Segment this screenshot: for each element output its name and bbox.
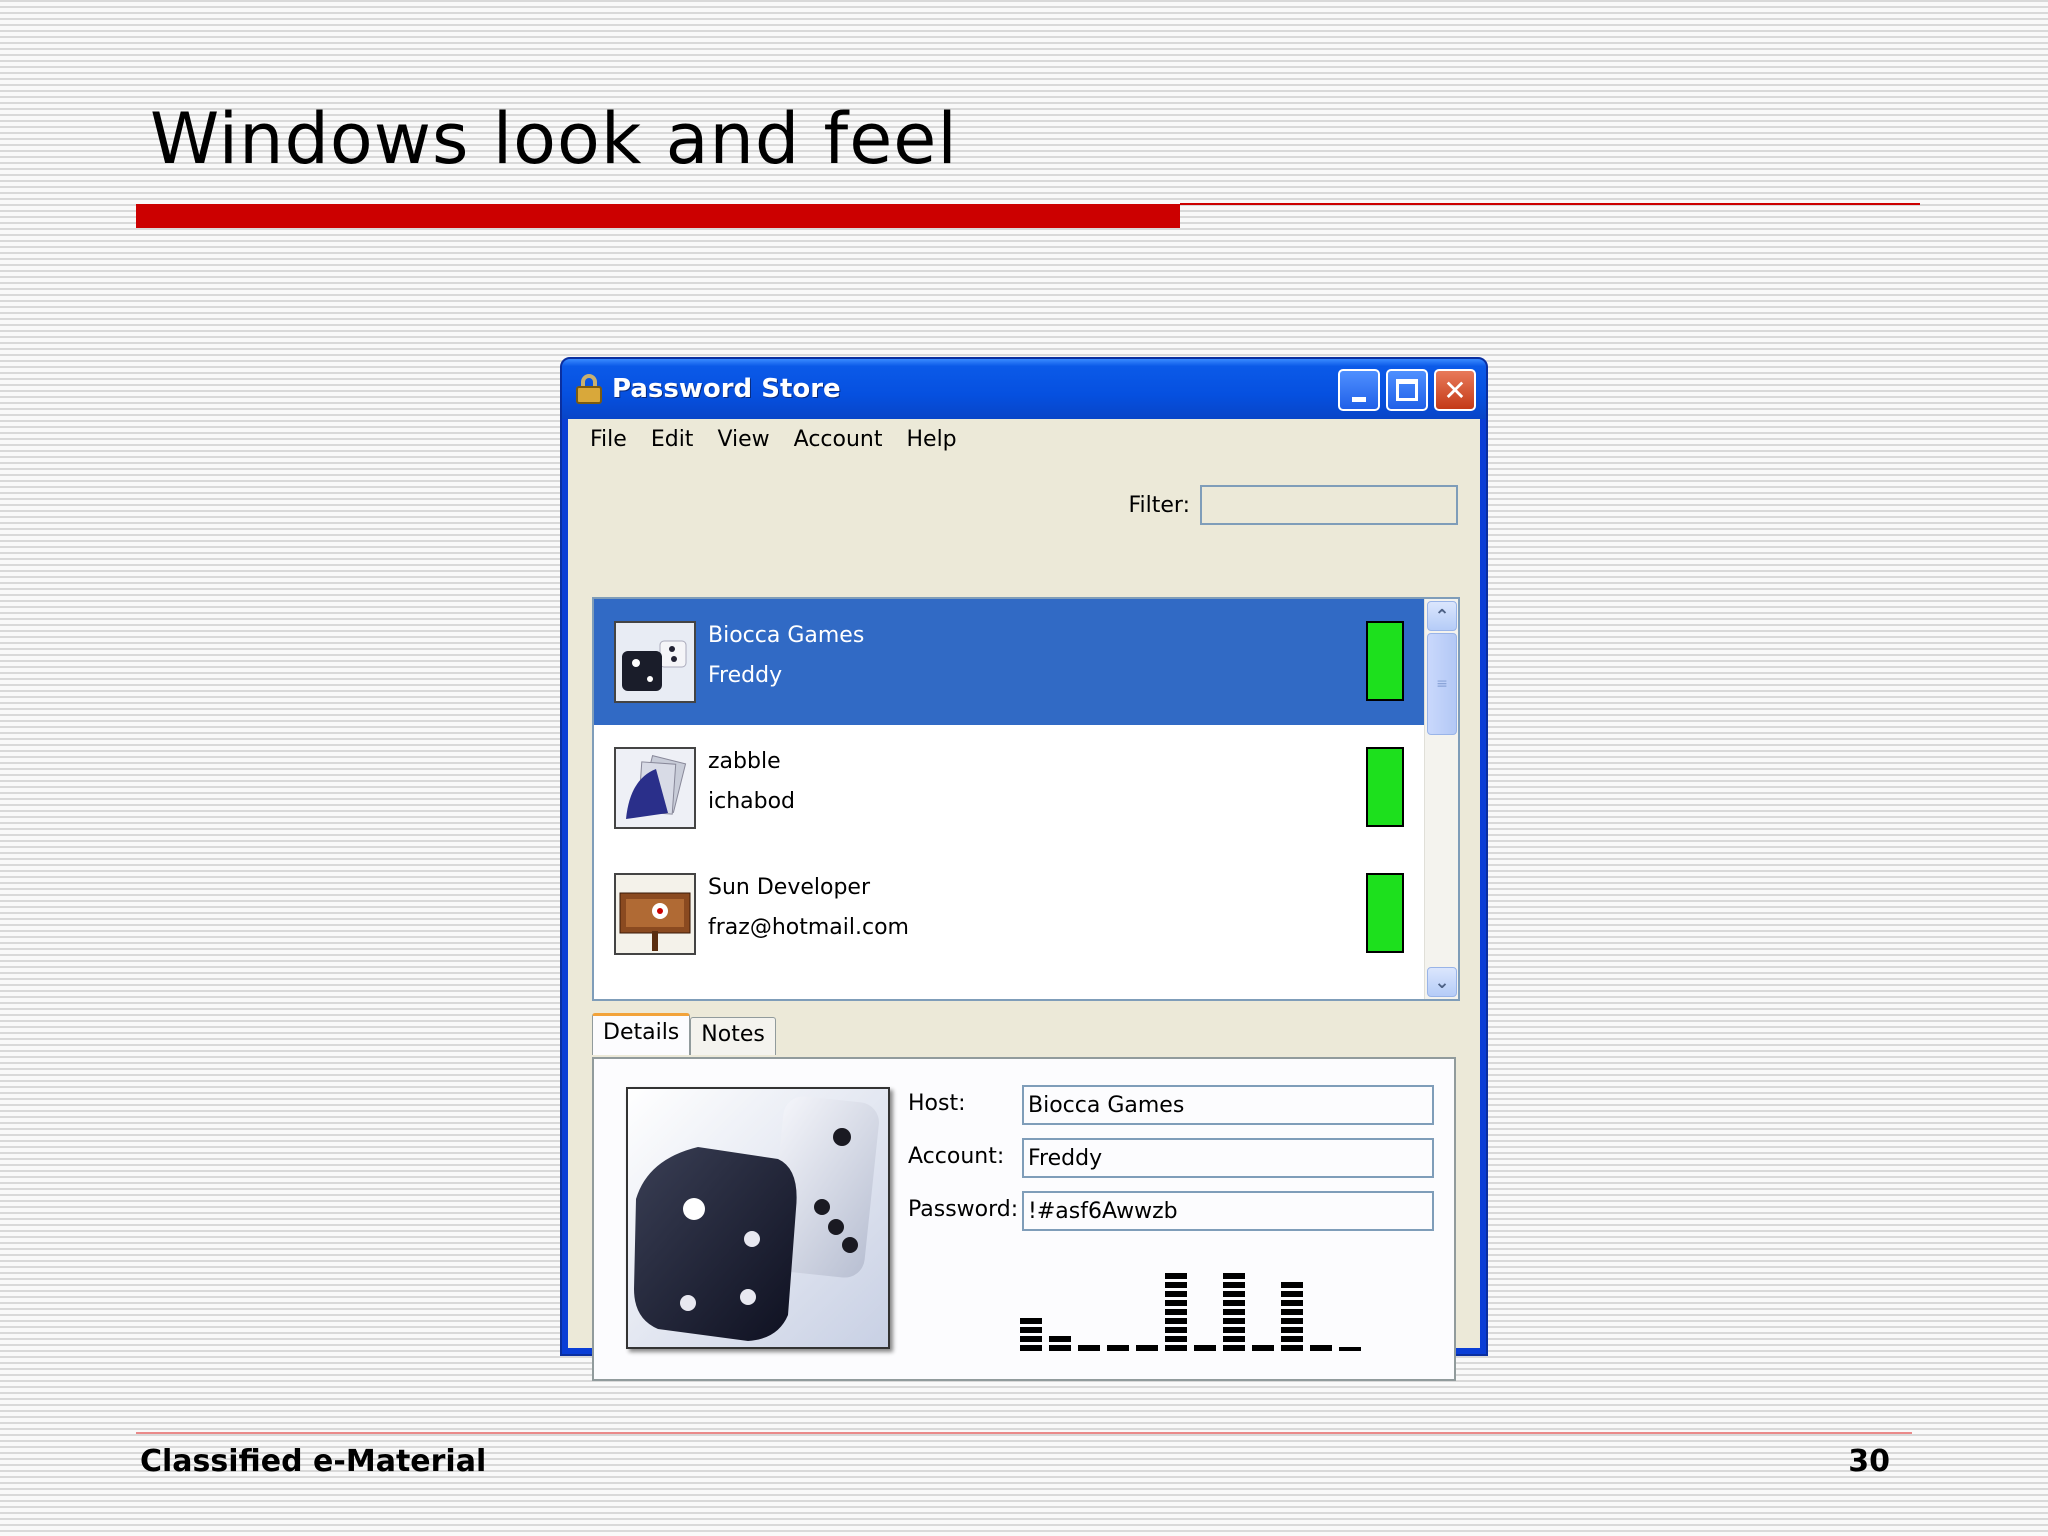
tab-details[interactable]: Details (592, 1013, 691, 1055)
account-field[interactable]: Freddy (1022, 1138, 1434, 1178)
strength-indicator (1366, 747, 1404, 827)
menu-file[interactable]: File (578, 427, 639, 452)
close-icon: ✕ (1443, 373, 1467, 407)
password-label: Password: (908, 1197, 1019, 1222)
account-label: Account: (908, 1144, 1005, 1169)
strength-indicator (1366, 873, 1404, 953)
menu-view[interactable]: View (705, 427, 781, 452)
host-field[interactable]: Biocca Games (1022, 1085, 1434, 1125)
maximize-icon (1396, 379, 1418, 401)
password-store-window: Password Store ✕ File Edit View Account … (560, 357, 1488, 1381)
filter-input[interactable] (1200, 485, 1458, 525)
window-title: Password Store (612, 374, 841, 404)
filter-row: Filter: (1128, 485, 1458, 525)
row-host: Biocca Games (708, 623, 865, 648)
menu-account[interactable]: Account (782, 427, 895, 452)
host-label: Host: (908, 1091, 966, 1116)
title-underline-thin (1180, 203, 1920, 205)
signpost-icon (614, 873, 696, 955)
minimize-icon (1352, 396, 1366, 402)
password-field[interactable]: !#asf6Awwzb (1022, 1191, 1434, 1231)
footer-label: Classified e-Material (140, 1444, 487, 1479)
slide-title: Windows look and feel (150, 98, 958, 180)
row-host: Sun Developer (708, 875, 870, 900)
tab-notes[interactable]: Notes (690, 1017, 776, 1055)
list-item[interactable]: zabble ichabod (594, 725, 1424, 851)
list-item[interactable]: Biocca Games Freddy (594, 599, 1424, 725)
dice-icon (614, 621, 696, 703)
menubar: File Edit View Account Help (568, 419, 1480, 459)
title-underline-thick (136, 204, 1180, 228)
row-user: fraz@hotmail.com (708, 915, 909, 940)
account-list: Biocca Games Freddy zabble ichabod Sun D… (592, 597, 1460, 1001)
menu-edit[interactable]: Edit (639, 427, 706, 452)
strength-indicator (1366, 621, 1404, 701)
maximize-button[interactable] (1386, 369, 1428, 411)
dice-image (626, 1087, 890, 1349)
footer-divider (136, 1432, 1912, 1434)
filter-label: Filter: (1128, 492, 1190, 518)
lock-icon (576, 374, 602, 404)
row-user: ichabod (708, 789, 796, 814)
row-host: zabble (708, 749, 781, 774)
minimize-button[interactable] (1338, 369, 1380, 411)
password-strength-meter (1020, 1273, 1361, 1351)
detail-tabs: Details Notes (592, 1013, 776, 1055)
scroll-up-arrow-icon[interactable]: ⌃ (1427, 601, 1457, 631)
scroll-down-arrow-icon[interactable]: ⌄ (1427, 967, 1457, 997)
menu-help[interactable]: Help (894, 427, 968, 452)
list-item[interactable]: Sun Developer fraz@hotmail.com (594, 851, 1424, 977)
page-number: 30 (1848, 1444, 1890, 1479)
row-user: Freddy (708, 663, 783, 688)
cards-icon (614, 747, 696, 829)
scroll-thumb[interactable]: ≡ (1427, 633, 1457, 735)
close-button[interactable]: ✕ (1434, 369, 1476, 411)
list-scrollbar[interactable]: ⌃ ≡ ⌄ (1424, 599, 1458, 999)
details-panel: Host: Biocca Games Account: Freddy Passw… (592, 1057, 1456, 1381)
window-titlebar[interactable]: Password Store ✕ (562, 359, 1486, 419)
window-client: File Edit View Account Help Filter: Bioc… (568, 419, 1480, 1381)
